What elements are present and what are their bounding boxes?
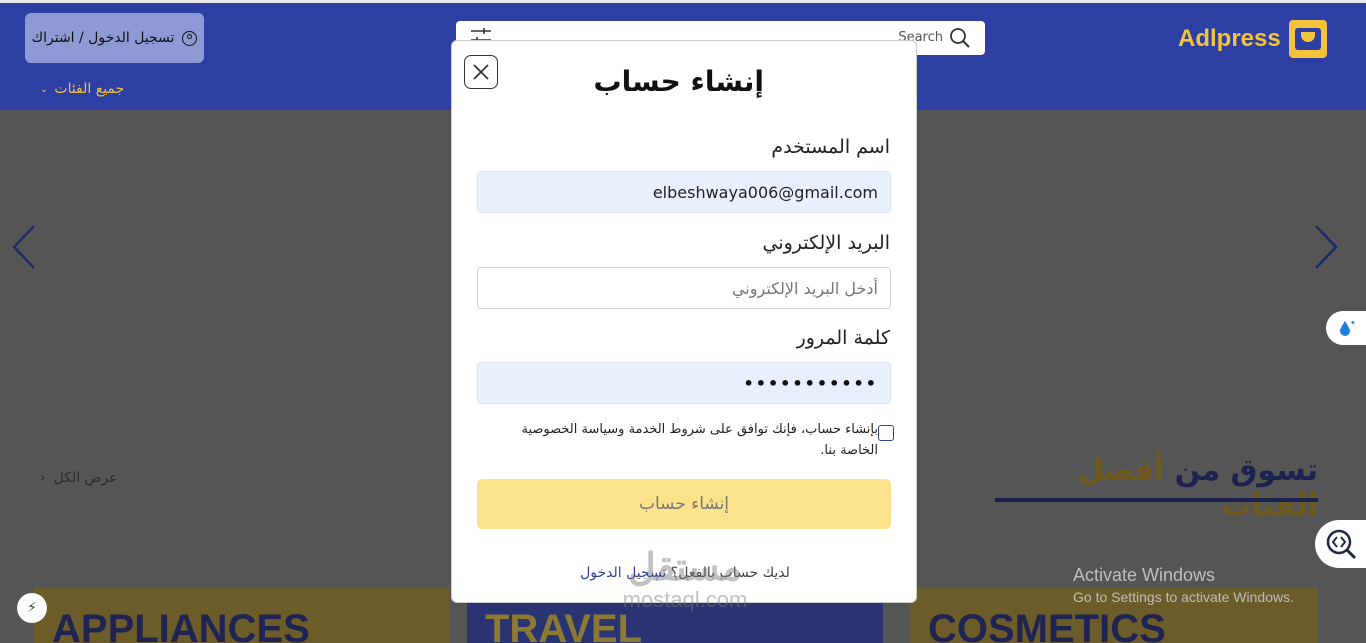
all-categories-label: جميع الفئات <box>54 81 125 97</box>
category-label: APPLIANCES <box>52 607 310 643</box>
carousel-prev-icon[interactable] <box>10 222 40 272</box>
terms-text: بإنشاء حساب، فإنك توافق على شروط الخدمة … <box>521 422 879 458</box>
watermark-arabic: مستقل <box>628 547 742 589</box>
logo-text: Adlpress <box>1178 25 1281 52</box>
terms-checkbox[interactable] <box>878 425 894 441</box>
category-card-appliances[interactable]: APPLIANCES <box>34 587 450 643</box>
search-icon[interactable] <box>949 27 971 49</box>
login-signup-label: تسجيل الدخول / اشتراك <box>31 30 175 46</box>
lightning-bolt-icon[interactable]: ⚡ <box>17 593 47 623</box>
droplet-icon: ✦ <box>1340 319 1356 336</box>
category-label: TRAVEL <box>485 607 643 643</box>
accessibility-side-button[interactable]: ✦ <box>1326 311 1366 345</box>
email-label: البريد الإلكتروني <box>762 232 891 254</box>
user-circle-icon <box>182 30 198 46</box>
terms-agreement: بإنشاء حساب، فإنك توافق على شروط الخدمة … <box>488 419 894 461</box>
username-label: اسم المستخدم <box>771 136 890 158</box>
shopping-bag-logo-icon <box>1288 20 1327 58</box>
shop-title-part1: تسوق من <box>1174 453 1318 488</box>
code-search-icon <box>1326 529 1356 560</box>
create-account-modal: إنشاء حساب اسم المستخدم elbeshwaya006@gm… <box>451 40 917 603</box>
create-account-button[interactable]: إنشاء حساب <box>477 479 891 529</box>
windows-activation-notice: Activate Windows Go to Settings to activ… <box>1073 565 1294 605</box>
close-button[interactable] <box>464 55 498 89</box>
mostaql-watermark: مستقل mostaql.com <box>600 548 770 612</box>
watermark-latin: mostaql.com <box>622 587 748 612</box>
all-categories-menu[interactable]: جميع الفئات ⌄ <box>40 81 124 97</box>
email-placeholder: أدخل البريد الإلكتروني <box>731 278 878 298</box>
heading-underline <box>995 498 1318 502</box>
login-signup-button[interactable]: تسجيل الدخول / اشتراك <box>25 13 204 63</box>
svg-text:✦: ✦ <box>1350 319 1356 327</box>
close-icon <box>473 64 489 80</box>
password-label: كلمة المرور <box>796 327 890 349</box>
username-value: elbeshwaya006@gmail.com <box>652 182 878 202</box>
category-label: COSMETICS <box>928 607 1166 643</box>
site-logo[interactable]: Adlpress <box>1178 20 1327 58</box>
email-field[interactable]: أدخل البريد الإلكتروني <box>477 267 891 309</box>
chevron-left-icon: ‹ <box>40 470 46 486</box>
modal-title: إنشاء حساب <box>593 65 764 98</box>
view-all-label: عرض الكل <box>53 470 118 486</box>
code-inspect-side-button[interactable] <box>1315 520 1366 568</box>
activate-windows-title: Activate Windows <box>1073 565 1216 585</box>
password-masked-value: ••••••••••• <box>743 373 878 393</box>
create-account-label: إنشاء حساب <box>638 494 730 514</box>
view-all-link[interactable]: عرض الكل ‹ <box>40 470 118 486</box>
activate-windows-subtitle: Go to Settings to activate Windows. <box>1073 589 1294 605</box>
username-field[interactable]: elbeshwaya006@gmail.com <box>477 171 891 213</box>
password-field[interactable]: ••••••••••• <box>477 362 891 404</box>
chevron-down-icon: ⌄ <box>40 83 49 95</box>
shop-categories-heading: تسوق من أفضل الفئات <box>995 453 1318 523</box>
carousel-next-icon[interactable] <box>1310 222 1340 272</box>
